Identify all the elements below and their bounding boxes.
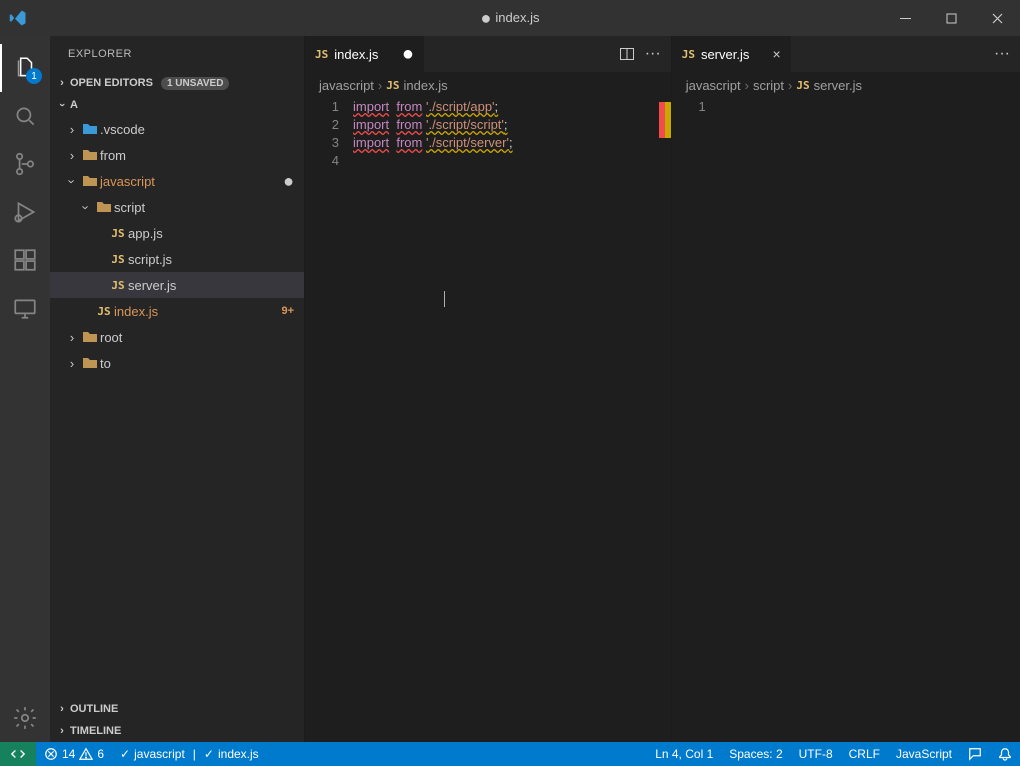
close-button[interactable] xyxy=(974,0,1020,36)
breadcrumbs-left[interactable]: javascript› JS index.js xyxy=(305,72,671,98)
sidebar-title: EXPLORER xyxy=(50,36,304,72)
more-actions-icon[interactable]: ··· xyxy=(994,45,1010,63)
status-check-2[interactable]: ✓ index.js xyxy=(196,742,267,766)
breadcrumbs-right[interactable]: javascript› script› JS server.js xyxy=(672,72,1020,98)
status-check-1[interactable]: ✓ javascript xyxy=(112,742,193,766)
search-icon[interactable] xyxy=(0,92,50,140)
problems-indicator[interactable]: 14 6 xyxy=(36,742,112,766)
remote-explorer-icon[interactable] xyxy=(0,284,50,332)
js-file-icon: JS xyxy=(796,79,809,92)
tree-item-to[interactable]: ›to xyxy=(50,350,304,376)
tree-item-label: script xyxy=(114,200,304,215)
tree-item-label: root xyxy=(100,330,304,345)
notifications-icon[interactable] xyxy=(990,742,1020,766)
outline-header[interactable]: ›OUTLINE xyxy=(50,698,304,720)
tree-item-label: index.js xyxy=(114,304,281,319)
tree-item-from[interactable]: ›from xyxy=(50,142,304,168)
title-bar: ●index.js xyxy=(0,0,1020,36)
explorer-badge: 1 xyxy=(26,68,42,84)
editor-pane-right: JS server.js × ··· javascript› script› J… xyxy=(671,36,1020,742)
editor-pane-left: JS index.js ● ··· javascript› JS index.j… xyxy=(305,36,671,742)
tree-item-app-js[interactable]: JSapp.js xyxy=(50,220,304,246)
settings-gear-icon[interactable] xyxy=(0,694,50,742)
tab-index-js[interactable]: JS index.js ● xyxy=(305,36,425,72)
folder-icon xyxy=(80,330,100,344)
tree-item-label: from xyxy=(100,148,304,163)
tree-item-script[interactable]: ›script xyxy=(50,194,304,220)
tab-server-js[interactable]: JS server.js × xyxy=(672,36,792,72)
code-editor-left[interactable]: 1234 import from './script/app';import f… xyxy=(305,98,671,742)
folder-icon xyxy=(80,356,100,370)
tree-item-javascript[interactable]: ›javascript● xyxy=(50,168,304,194)
status-bar: 14 6 ✓ javascript | ✓ index.js Ln 4, Col… xyxy=(0,742,1020,766)
tree-item-label: script.js xyxy=(128,252,304,267)
text-cursor xyxy=(444,291,445,307)
unsaved-badge: 1 UNSAVED xyxy=(161,77,230,90)
vscode-folder-icon xyxy=(80,122,100,136)
folder-icon xyxy=(80,148,100,162)
file-tree: ›.vscode›from›javascript●›scriptJSapp.js… xyxy=(50,116,304,698)
activity-bar: 1 xyxy=(0,36,50,742)
js-file-icon: JS xyxy=(682,48,695,61)
tree-item-index-js[interactable]: JSindex.js9+ xyxy=(50,298,304,324)
maximize-button[interactable] xyxy=(928,0,974,36)
editor-area: JS index.js ● ··· javascript› JS index.j… xyxy=(304,36,1020,742)
window-title: ●index.js xyxy=(481,8,540,29)
js-file-icon: JS xyxy=(108,279,128,292)
more-actions-icon[interactable]: ··· xyxy=(645,45,661,63)
tab-bar-left: JS index.js ● ··· xyxy=(305,36,671,72)
extensions-icon[interactable] xyxy=(0,236,50,284)
code-editor-right[interactable]: 1 xyxy=(672,98,1020,742)
open-editors-header[interactable]: ›OPEN EDITORS 1 UNSAVED xyxy=(50,72,304,94)
tree-item-server-js[interactable]: JSserver.js xyxy=(50,272,304,298)
source-control-icon[interactable] xyxy=(0,140,50,188)
folder-icon xyxy=(94,200,114,214)
git-decoration: 9+ xyxy=(281,305,294,317)
folder-icon xyxy=(80,174,100,188)
vscode-icon xyxy=(0,9,36,27)
split-editor-icon[interactable] xyxy=(619,46,635,62)
js-file-icon: JS xyxy=(108,253,128,266)
tab-bar-right: JS server.js × ··· xyxy=(672,36,1020,72)
explorer-icon[interactable]: 1 xyxy=(0,44,50,92)
remote-indicator[interactable] xyxy=(0,742,36,766)
close-icon[interactable]: × xyxy=(773,46,781,62)
encoding[interactable]: UTF-8 xyxy=(791,742,841,766)
tree-item-script-js[interactable]: JSscript.js xyxy=(50,246,304,272)
tree-item-label: app.js xyxy=(128,226,304,241)
feedback-icon[interactable] xyxy=(960,742,990,766)
js-file-icon: JS xyxy=(108,227,128,240)
cursor-position[interactable]: Ln 4, Col 1 xyxy=(647,742,721,766)
eol[interactable]: CRLF xyxy=(841,742,888,766)
run-debug-icon[interactable] xyxy=(0,188,50,236)
tree-item-label: server.js xyxy=(128,278,304,293)
language-mode[interactable]: JavaScript xyxy=(888,742,960,766)
overview-ruler[interactable] xyxy=(653,98,671,742)
dirty-dot-icon: ● xyxy=(283,171,294,192)
minimize-button[interactable] xyxy=(882,0,928,36)
tree-item-label: .vscode xyxy=(100,122,304,137)
timeline-header[interactable]: ›TIMELINE xyxy=(50,720,304,742)
explorer-sidebar: EXPLORER ›OPEN EDITORS 1 UNSAVED ›A ›.vs… xyxy=(50,36,304,742)
folder-root-header[interactable]: ›A xyxy=(50,94,304,116)
tree-item-label: javascript xyxy=(100,174,283,189)
indentation[interactable]: Spaces: 2 xyxy=(721,742,790,766)
js-file-icon: JS xyxy=(315,48,328,61)
js-file-icon: JS xyxy=(386,79,399,92)
js-file-icon: JS xyxy=(94,305,114,318)
tree-item-label: to xyxy=(100,356,304,371)
tree-item--vscode[interactable]: ›.vscode xyxy=(50,116,304,142)
tree-item-root[interactable]: ›root xyxy=(50,324,304,350)
